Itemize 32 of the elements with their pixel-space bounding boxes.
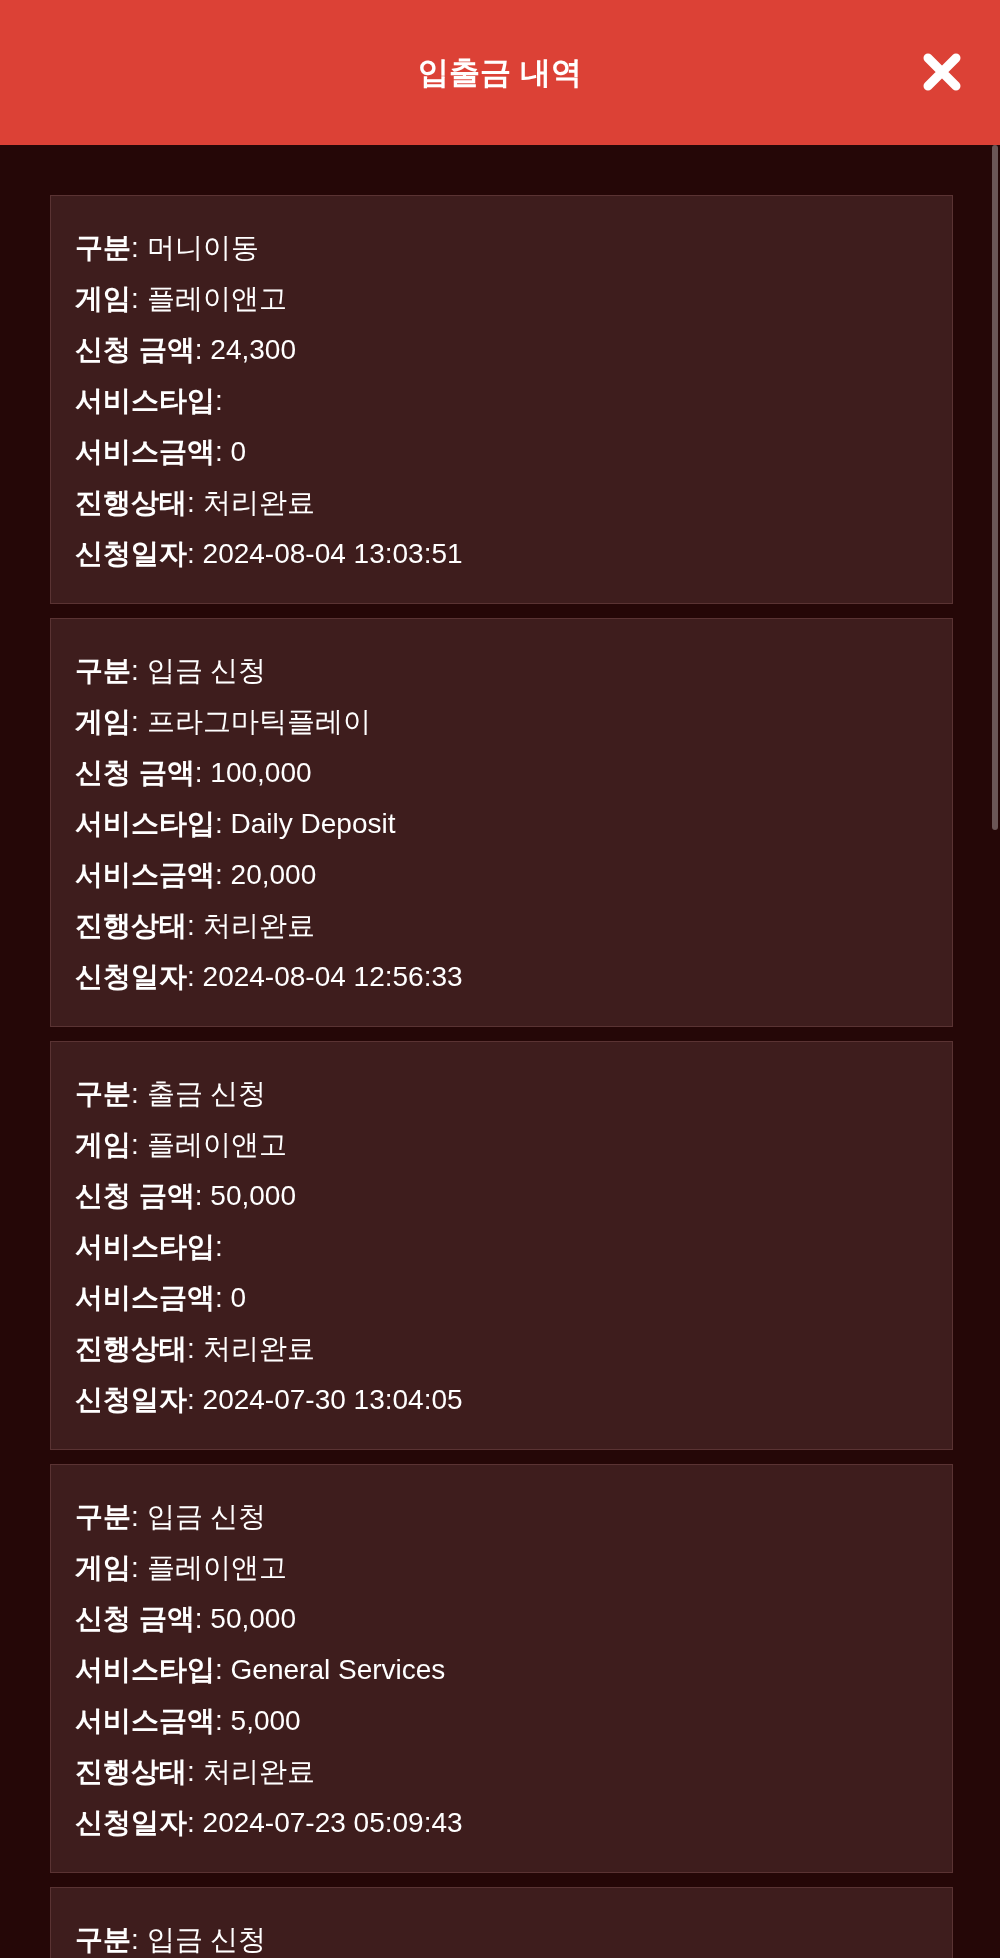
close-icon[interactable] (922, 52, 962, 92)
record-line: 신청일자: 2024-07-30 13:04:05 (75, 1383, 463, 1417)
page-title: 입출금 내역 (418, 53, 582, 92)
record-line: 신청일자: 2024-07-23 05:09:43 (75, 1806, 463, 1840)
record-line: 구분: 입금 신청 (75, 1923, 267, 1957)
record-line: 구분: 입금 신청 (75, 1500, 267, 1534)
record-line: 서비스금액: 20,000 (75, 858, 317, 892)
record-line: 신청일자: 2024-08-04 13:03:51 (75, 537, 463, 571)
record-line: 서비스금액: 0 (75, 1281, 247, 1315)
record-line: 게임: 프라그마틱플레이 (75, 705, 371, 739)
record-line: 진행상태: 처리완료 (75, 1755, 315, 1789)
record-line: 진행상태: 처리완료 (75, 1332, 315, 1366)
record-line: 서비스금액: 0 (75, 435, 247, 469)
record-line: 신청 금액: 24,300 (75, 333, 296, 367)
record-line: 게임: 플레이앤고 (75, 1128, 287, 1162)
record-line: 신청 금액: 50,000 (75, 1179, 296, 1213)
record-line: 신청일자: 2024-08-04 12:56:33 (75, 960, 463, 994)
record-line: 신청 금액: 100,000 (75, 756, 312, 790)
record-line: 신청 금액: 50,000 (75, 1602, 296, 1636)
record-line: 서비스타입: (75, 384, 223, 418)
record-line: 서비스타입: (75, 1230, 223, 1264)
record-line: 서비스타입: General Services (75, 1653, 446, 1687)
record-line: 진행상태: 처리완료 (75, 909, 315, 943)
record-line: 구분: 출금 신청 (75, 1077, 267, 1111)
record-line: 서비스타입: Daily Deposit (75, 807, 396, 841)
record-line: 구분: 입금 신청 (75, 654, 267, 688)
scrollbar[interactable] (992, 145, 998, 830)
record-line: 구분: 머니이동 (75, 231, 259, 265)
record-line: 게임: 플레이앤고 (75, 282, 287, 316)
record-line: 진행상태: 처리완료 (75, 486, 315, 520)
record-line: 서비스금액: 5,000 (75, 1704, 301, 1738)
record-line: 게임: 플레이앤고 (75, 1551, 287, 1585)
